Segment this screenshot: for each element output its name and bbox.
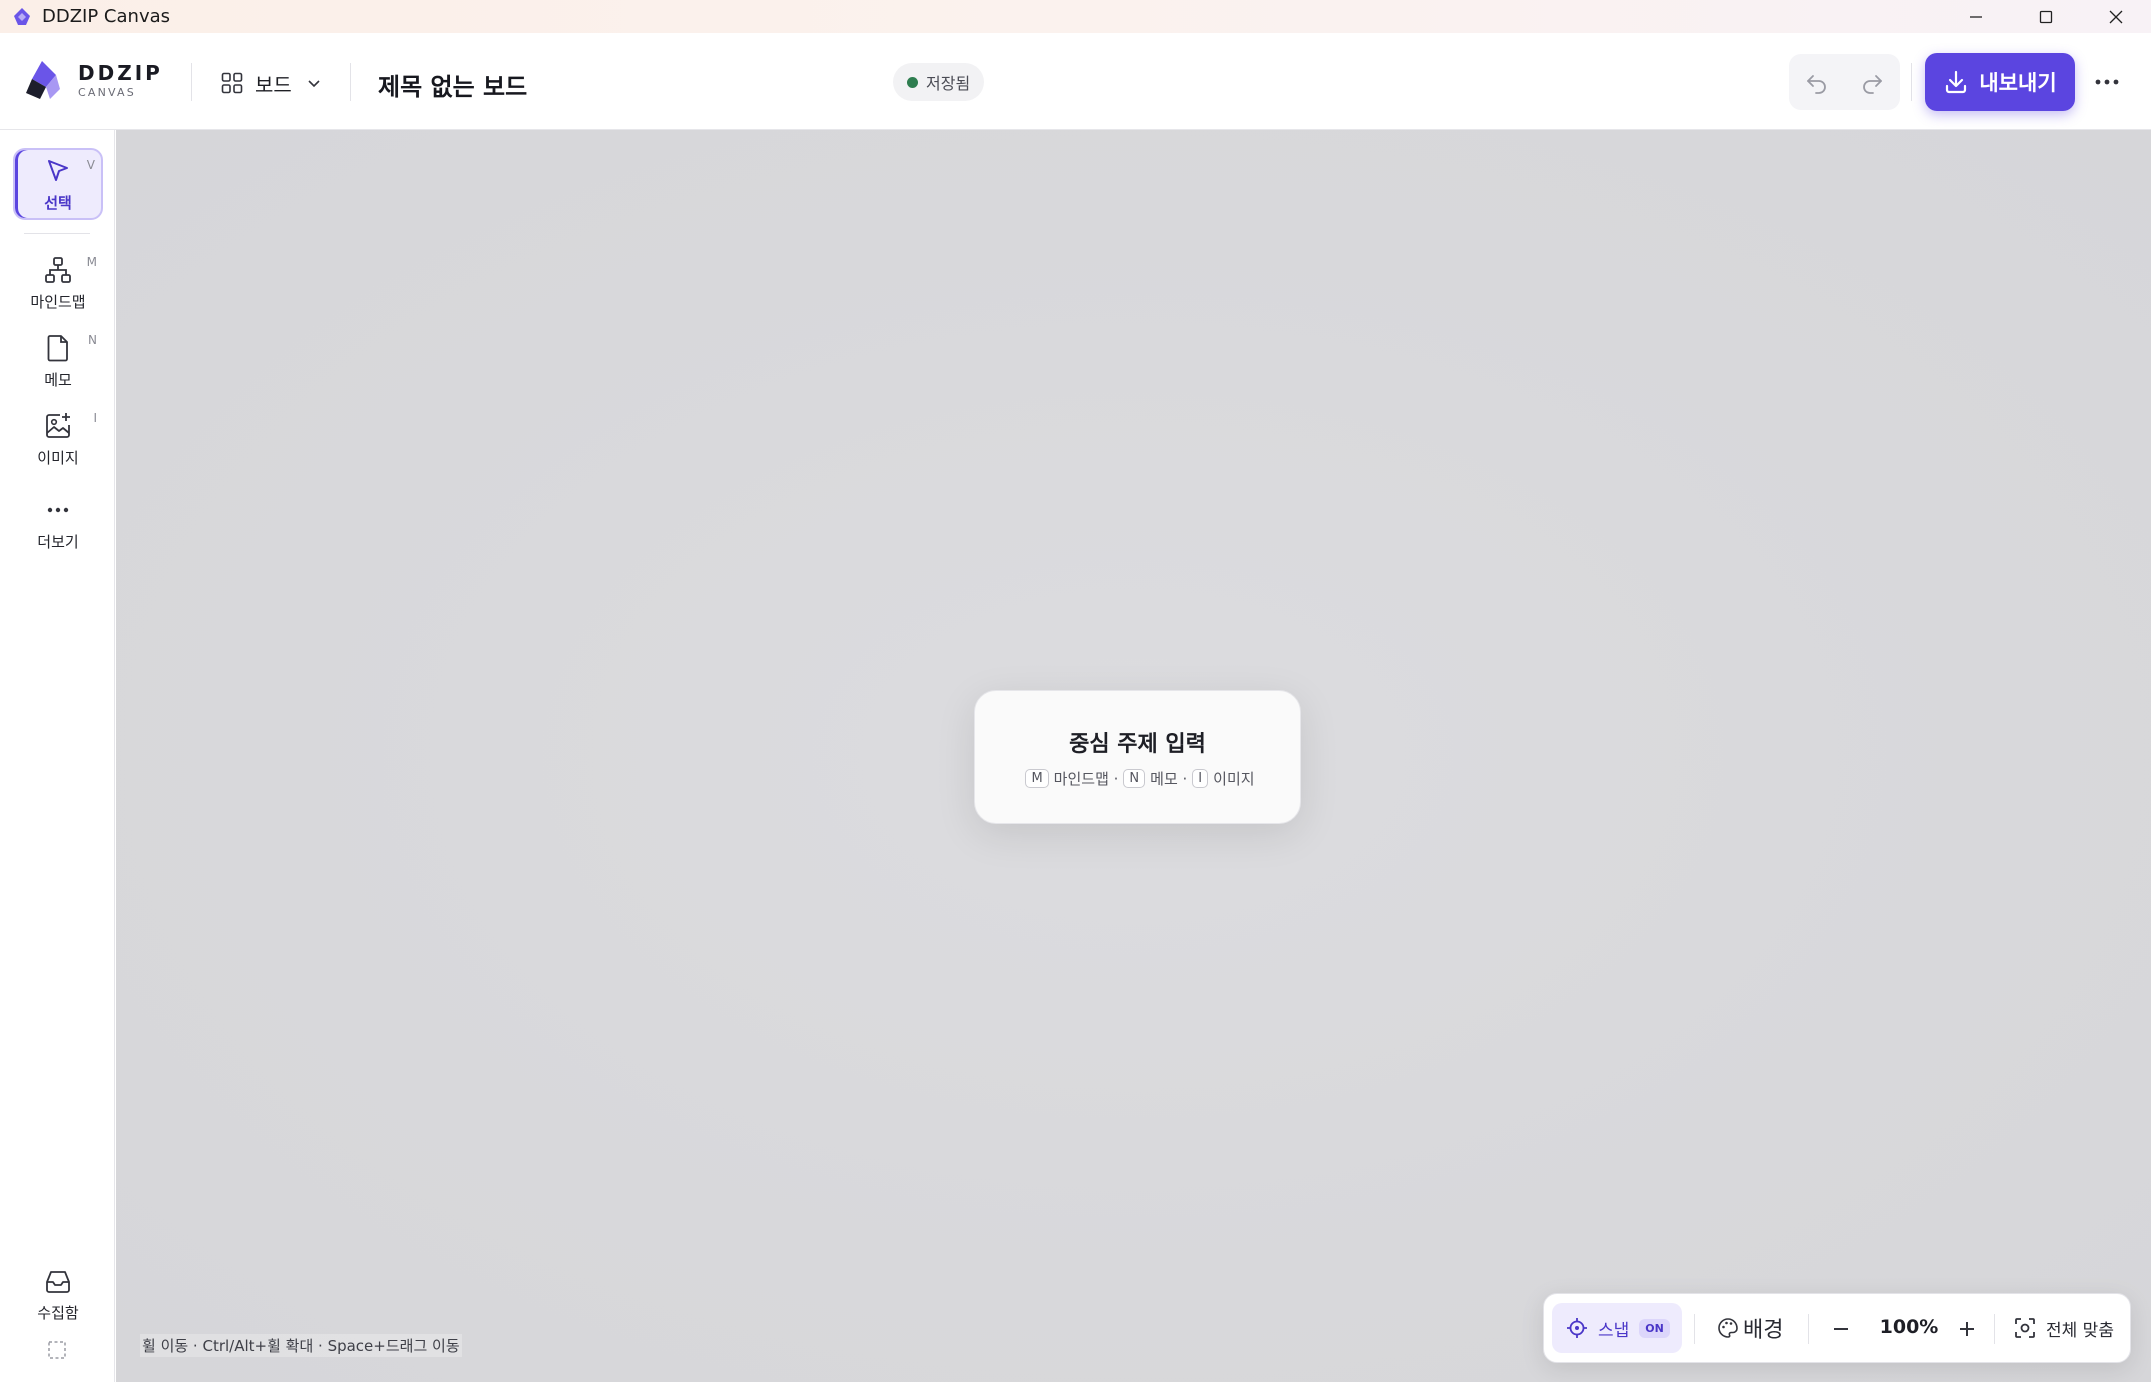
save-status-text: 저장됨 (926, 74, 971, 93)
board-switcher[interactable]: 보드 (207, 61, 337, 105)
zoom-in-button[interactable] (1950, 1312, 1984, 1346)
background-button[interactable]: 배경 (1717, 1306, 1783, 1350)
tool-mindmap[interactable]: 마인드맵 M (13, 247, 103, 319)
tool-sidebar: 선택 V 마인드맵 M 메모 N 이미지 I 더보기 수집함 (0, 130, 115, 1382)
maximize-button[interactable] (2011, 0, 2081, 33)
tool-select-shortcut: V (86, 158, 95, 172)
export-label: 내보내기 (1979, 71, 2057, 95)
hint-image-text: 이미지 (1213, 769, 1255, 788)
more-options-button[interactable] (2092, 67, 2122, 97)
header-divider (350, 63, 351, 101)
canvas-control-bar: 스냅 ON 배경 100% 전체 맞춤 (1543, 1293, 2131, 1363)
more-horizontal-icon (47, 507, 69, 512)
window-title: DDZIP Canvas (42, 6, 171, 27)
fit-screen-icon (2015, 1318, 2035, 1338)
close-icon (2109, 10, 2123, 23)
inbox-button[interactable]: 수집함 (13, 1258, 103, 1330)
inbox-tray-icon (46, 1270, 70, 1293)
center-topic-hint: M 마인드맵 · N 메모 · I 이미지 (1020, 768, 1255, 789)
mindmap-icon (45, 256, 71, 283)
header-divider (1911, 63, 1912, 101)
logo-wordmark: DDZIP (78, 61, 163, 85)
tool-select[interactable]: 선택 V (13, 148, 103, 220)
marquee-select-icon[interactable] (47, 1340, 67, 1360)
saved-status-dot (907, 76, 918, 88)
tool-image[interactable]: 이미지 I (13, 403, 103, 475)
more-horizontal-icon (2095, 79, 2119, 85)
maximize-icon (2039, 10, 2053, 23)
control-divider (1994, 1314, 1995, 1344)
undo-icon[interactable] (1804, 69, 1830, 95)
tool-mindmap-shortcut: M (86, 255, 97, 269)
hint-mindmap-text: 마인드맵 · (1053, 769, 1119, 788)
tool-more[interactable]: 더보기 (13, 487, 103, 559)
zoom-out-button[interactable] (1824, 1312, 1858, 1346)
board-title[interactable]: 제목 없는 보드 (378, 67, 527, 102)
sidebar-divider (24, 233, 90, 234)
navigation-hint: 휠 이동 · Ctrl/Alt+휠 확대 · Space+드래그 이동 (140, 1334, 462, 1357)
tool-memo-shortcut: N (88, 333, 97, 347)
export-button[interactable]: 내보내기 (1925, 53, 2075, 111)
chevron-down-icon (308, 80, 320, 88)
undo-redo-group (1789, 54, 1900, 110)
document-icon (47, 334, 68, 361)
app-header: DDZIP CANVAS 보드 제목 없는 보드 저장됨 내보내기 (0, 33, 2151, 130)
minimize-button[interactable] (1941, 0, 2011, 33)
tool-select-label: 선택 (44, 193, 72, 212)
center-topic-title[interactable]: 중심 주제 입력 (1069, 726, 1206, 758)
inbox-label: 수집함 (37, 1303, 79, 1322)
crosshair-icon (1567, 1318, 1587, 1338)
snap-toggle[interactable]: 스냅 ON (1552, 1303, 1682, 1353)
download-icon (1946, 70, 1967, 94)
add-image-icon (46, 412, 70, 438)
zoom-level: 100% (1879, 1316, 1939, 1338)
tool-image-shortcut: I (93, 411, 97, 425)
tool-memo-label: 메모 (44, 370, 72, 389)
tool-more-label: 더보기 (37, 532, 79, 551)
close-button[interactable] (2081, 0, 2151, 33)
palette-icon (1718, 1318, 1738, 1338)
header-divider (191, 63, 192, 101)
fit-all-button[interactable]: 전체 맞춤 (2014, 1308, 2114, 1348)
brand-logo: DDZIP CANVAS (22, 59, 163, 103)
minimize-icon (1970, 15, 1982, 18)
board-switcher-label: 보드 (255, 72, 292, 97)
plus-icon (1960, 1322, 1974, 1336)
save-status-badge: 저장됨 (893, 63, 985, 101)
background-label: 배경 (1743, 1318, 1784, 1343)
snap-state-badge: ON (1639, 1318, 1670, 1338)
minus-icon (1834, 1328, 1848, 1330)
grid-icon (221, 72, 243, 94)
app-logo-icon (14, 7, 30, 25)
ddzip-logo-icon (26, 61, 60, 99)
shortcut-key-m: M (1025, 768, 1049, 788)
snap-label: 스냅 (1598, 1320, 1630, 1341)
shortcut-key-n: N (1123, 768, 1146, 788)
redo-icon[interactable] (1859, 69, 1885, 95)
hint-memo-text: 메모 · (1150, 769, 1188, 788)
fit-all-label: 전체 맞춤 (2046, 1320, 2114, 1341)
tool-memo[interactable]: 메모 N (13, 325, 103, 397)
tool-image-label: 이미지 (37, 448, 79, 467)
center-topic-node[interactable]: 중심 주제 입력 M 마인드맵 · N 메모 · I 이미지 (974, 690, 1301, 824)
tool-mindmap-label: 마인드맵 (30, 292, 86, 311)
logo-subtitle: CANVAS (78, 86, 136, 99)
shortcut-key-i: I (1192, 768, 1209, 788)
control-divider (1808, 1314, 1809, 1344)
cursor-arrow-icon (48, 159, 68, 181)
window-titlebar: DDZIP Canvas (0, 0, 2151, 33)
control-divider (1694, 1314, 1695, 1344)
